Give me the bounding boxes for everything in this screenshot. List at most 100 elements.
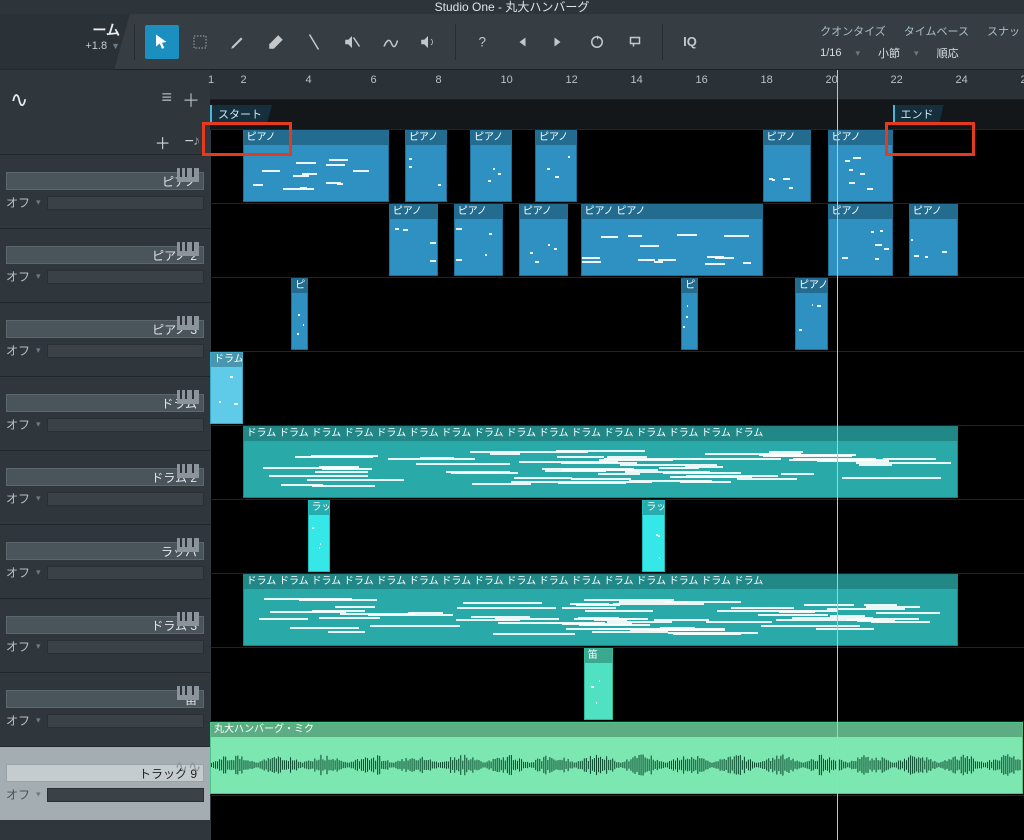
automation-param-slot[interactable] — [47, 418, 204, 432]
list-view-icon[interactable]: ≡ — [161, 87, 172, 113]
automation-param-slot[interactable] — [47, 196, 204, 210]
mute-tool[interactable] — [335, 25, 369, 59]
automation-curve-icon[interactable]: ∿ — [10, 87, 28, 113]
clip-label: ピアノ ピアノ — [582, 205, 762, 219]
midi-clip[interactable]: ピアノ — [454, 204, 503, 276]
iq-button[interactable]: IQ — [673, 25, 707, 59]
track-lane[interactable]: 丸大ハンバーグ・ミク — [210, 722, 1024, 796]
track-header[interactable]: ドラム 3 オフ▾ — [0, 598, 210, 672]
arrow-tool[interactable] — [145, 25, 179, 59]
midi-clip[interactable]: ピアノ — [763, 130, 812, 202]
midi-clip[interactable]: ピアノ — [909, 204, 958, 276]
marker-lane[interactable]: スタート エンド — [210, 100, 1024, 130]
midi-clip[interactable]: ピアノ ピアノ — [581, 204, 763, 276]
edit-tools — [139, 14, 451, 69]
midi-clip[interactable]: ピアノ — [389, 204, 438, 276]
track-lane[interactable]: 笛 — [210, 648, 1024, 722]
track-header[interactable]: ピアノ 3 オフ▾ — [0, 302, 210, 376]
add-automation-icon[interactable]: ＋ — [182, 87, 200, 113]
automation-mode[interactable]: オフ — [6, 564, 30, 581]
snap-label: スナッ — [987, 23, 1020, 39]
track-lane[interactable]: ドラム ドラム ドラム ドラム ドラム ドラム ドラム ドラム ドラム ドラム … — [210, 574, 1024, 648]
automation-mode[interactable]: オフ — [6, 490, 30, 507]
marquee-tool[interactable] — [183, 25, 217, 59]
track-lane[interactable]: ドラム — [210, 352, 1024, 426]
automation-mode[interactable]: オフ — [6, 638, 30, 655]
track-header[interactable]: ラッパ オフ▾ — [0, 524, 210, 598]
quantize-select[interactable]: 1/16▾ — [820, 45, 860, 61]
marker[interactable]: スタート — [210, 105, 272, 123]
automation-param-slot[interactable] — [47, 566, 204, 580]
automation-mode[interactable]: オフ — [6, 786, 30, 803]
piano-keys-icon — [174, 383, 202, 411]
midi-clip[interactable]: ドラム ドラム ドラム ドラム ドラム ドラム ドラム ドラム ドラム ドラム … — [243, 426, 958, 498]
automation-mode[interactable]: オフ — [6, 416, 30, 433]
track-header[interactable]: ピアノ 2 オフ▾ — [0, 228, 210, 302]
midi-clip[interactable]: ピアノ — [470, 130, 512, 202]
bend-tool[interactable] — [373, 25, 407, 59]
punch-icon[interactable] — [618, 25, 652, 59]
track-header[interactable]: ドラム オフ▾ — [0, 376, 210, 450]
snap-select[interactable]: 順応 — [937, 45, 959, 61]
automation-param-slot[interactable] — [47, 788, 204, 802]
clip-lanes[interactable]: ピアノピアノピアノピアノピアノピアノピアノピアノピアノピアノ ピアノピアノピアノ… — [210, 130, 1024, 840]
bar-ruler[interactable]: 12468101214161820222426 — [210, 70, 1024, 100]
automation-mode[interactable]: オフ — [6, 194, 30, 211]
midi-clip[interactable]: ピアノ — [243, 130, 389, 202]
track-header[interactable]: ドラム 2 オフ▾ — [0, 450, 210, 524]
automation-mode[interactable]: オフ — [6, 342, 30, 359]
track-lane[interactable]: ピアノピアノピアノピアノ ピアノピアノピアノ — [210, 204, 1024, 278]
add-track-button[interactable]: ＋ — [155, 130, 171, 154]
automation-param-slot[interactable] — [47, 714, 204, 728]
automation-mode[interactable]: オフ — [6, 712, 30, 729]
ruler-tick: 6 — [371, 74, 377, 86]
midi-clip[interactable]: ピ — [291, 278, 307, 350]
zoom-panel[interactable]: ーム +1.8▼ — [0, 14, 130, 70]
help-icon[interactable]: ? — [466, 25, 500, 59]
track-lane[interactable]: ドラム ドラム ドラム ドラム ドラム ドラム ドラム ドラム ドラム ドラム … — [210, 426, 1024, 500]
track-lane[interactable]: ラッ ラッ — [210, 500, 1024, 574]
midi-clip[interactable]: ピアノ — [535, 130, 577, 202]
track-header[interactable]: ピアノ オフ▾ — [0, 154, 210, 228]
zoom-value[interactable]: +1.8▼ — [85, 40, 120, 52]
slice-tool[interactable] — [297, 25, 331, 59]
automation-param-slot[interactable] — [47, 344, 204, 358]
automation-param-slot[interactable] — [47, 492, 204, 506]
track-header[interactable]: トラック 9 オフ▾ ∿∿ — [0, 746, 210, 820]
snap-start-icon[interactable] — [504, 25, 538, 59]
svg-text:?: ? — [479, 34, 487, 49]
automation-mode[interactable]: オフ — [6, 268, 30, 285]
midi-clip[interactable]: ドラム — [210, 352, 243, 424]
ruler-tick: 18 — [761, 74, 773, 86]
track-header[interactable]: 笛 オフ▾ — [0, 672, 210, 746]
marker[interactable]: エンド — [893, 105, 944, 123]
midi-clip[interactable]: ピアノ — [405, 130, 447, 202]
midi-clip[interactable]: ピアノ — [795, 278, 828, 350]
eraser-tool[interactable] — [259, 25, 293, 59]
clip-label: ドラム ドラム ドラム ドラム ドラム ドラム ドラム ドラム ドラム ドラム … — [244, 427, 957, 441]
pencil-tool[interactable] — [221, 25, 255, 59]
track-lane[interactable]: ピ ピ ピアノ — [210, 278, 1024, 352]
midi-clip[interactable]: ラッ — [642, 500, 665, 572]
clip-label: ピアノ — [796, 279, 827, 293]
midi-clip[interactable]: ドラム ドラム ドラム ドラム ドラム ドラム ドラム ドラム ドラム ドラム … — [243, 574, 958, 646]
loop-icon[interactable] — [580, 25, 614, 59]
listen-tool[interactable] — [411, 25, 445, 59]
marker-note-icon[interactable]: ♪ — [193, 132, 200, 148]
midi-clip[interactable]: ラッ — [308, 500, 331, 572]
midi-clip[interactable]: 笛 — [584, 648, 613, 720]
midi-clip[interactable]: ピ — [681, 278, 697, 350]
snap-end-icon[interactable] — [542, 25, 576, 59]
audio-clip[interactable]: 丸大ハンバーグ・ミク — [210, 722, 1023, 794]
timebase-select[interactable]: 小節▾ — [878, 45, 919, 61]
window-title: Studio One - 丸大ハンバーグ — [0, 0, 1024, 14]
arrangement-view[interactable]: 12468101214161820222426 スタートエンド ピアノピアノピア… — [210, 70, 1024, 840]
automation-param-slot[interactable] — [47, 640, 204, 654]
clip-label: ピアノ — [536, 131, 576, 145]
playhead[interactable] — [837, 70, 838, 840]
track-lane[interactable]: ピアノピアノピアノピアノピアノピアノ — [210, 130, 1024, 204]
clip-label: ピアノ — [455, 205, 502, 219]
midi-clip[interactable]: ピアノ — [519, 204, 568, 276]
clip-label: ピ — [292, 279, 306, 293]
automation-param-slot[interactable] — [47, 270, 204, 284]
